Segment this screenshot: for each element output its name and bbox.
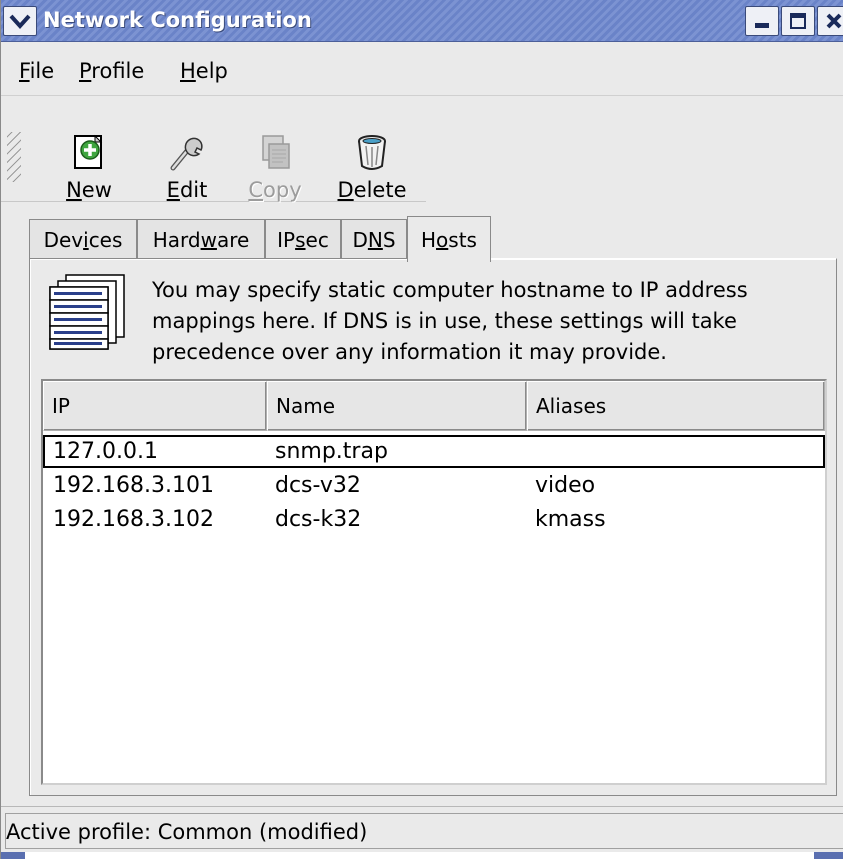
tab-devices-label-pre: Dev (43, 227, 84, 252)
minimize-button[interactable] (745, 6, 779, 36)
tab-dns-label-pre: D (352, 227, 368, 252)
chevron-down-icon (9, 14, 31, 29)
status-bar: Active profile: Common (modified) (1, 806, 843, 852)
wrench-icon (170, 137, 203, 171)
new-mnemonic: N (66, 178, 82, 202)
title-bar[interactable]: Network Configuration (1, 0, 843, 42)
menu-help-mnemonic: H (180, 59, 196, 83)
tab-hardware-mnemonic: w (200, 227, 217, 252)
new-icon (74, 134, 103, 169)
tab-ipsec-label-pre: IP (277, 227, 296, 252)
table-row[interactable]: 192.168.3.102 dcs-k32 kmass (43, 505, 825, 538)
tab-hardware-label-pre: Hard (152, 227, 201, 252)
menu-file[interactable]: File (19, 59, 54, 83)
close-button[interactable] (817, 6, 843, 36)
window-title: Network Configuration (43, 8, 312, 32)
copy-mnemonic: C (248, 178, 264, 202)
menu-profile-label: rofile (91, 59, 145, 83)
menu-file-mnemonic: F (19, 59, 30, 83)
hosts-table[interactable]: IP Name Aliases 127.0.0.1 snmp.trap 192.… (41, 379, 827, 785)
tab-ipsec[interactable]: IP s ec (265, 219, 341, 259)
cell-name: dcs-k32 (275, 507, 362, 532)
column-header-ip[interactable]: IP (43, 381, 267, 431)
tab-hosts[interactable]: Ho sts (407, 216, 491, 262)
description-line-2: mappings here. If DNS is in use, these s… (152, 309, 737, 333)
menu-profile[interactable]: Profile (79, 59, 144, 83)
menu-file-label: ile (29, 59, 55, 83)
toolbar: New Edit Copy Delete (1, 98, 426, 202)
cell-name: dcs-v32 (275, 473, 361, 498)
copy-button[interactable]: Copy (237, 132, 313, 202)
delete-label: elete (353, 178, 407, 202)
edit-button[interactable]: Edit (151, 132, 223, 202)
tab-hardware-label-rest: are (216, 227, 250, 252)
maximize-icon (790, 13, 806, 29)
tab-ipsec-mnemonic: s (295, 227, 306, 252)
tab-hosts-mnemonic: o (436, 227, 449, 252)
status-text: Active profile: Common (modified) (5, 813, 843, 849)
description-line-1: You may specify static computer hostname… (152, 278, 748, 302)
minimize-icon (755, 23, 769, 28)
menu-help[interactable]: Help (180, 59, 228, 83)
table-row[interactable]: 127.0.0.1 snmp.trap (43, 435, 825, 468)
tab-devices[interactable]: Dev i ces (29, 219, 137, 259)
new-button[interactable]: New (53, 132, 125, 202)
close-icon (826, 13, 842, 29)
tab-dns-mnemonic: N (367, 227, 383, 252)
copy-icon (262, 135, 290, 169)
menu-bar: File Profile Help (1, 44, 843, 96)
tab-ipsec-label-rest: ec (305, 227, 329, 252)
description-line-3: precedence over any information it may p… (152, 340, 667, 364)
tab-hosts-label-pre: H (421, 227, 437, 252)
tab-dns-label-rest: S (382, 227, 396, 252)
maximize-button[interactable] (781, 6, 815, 36)
new-label: ew (81, 178, 112, 202)
column-header-aliases[interactable]: Aliases (527, 381, 825, 431)
menu-help-label: elp (195, 59, 228, 83)
resize-handle-right[interactable] (814, 852, 843, 859)
cell-aliases: kmass (535, 507, 606, 532)
copy-label: opy (263, 178, 302, 202)
delete-mnemonic: D (337, 178, 354, 202)
cell-ip: 192.168.3.102 (53, 507, 214, 532)
window-bottom-edge (1, 852, 843, 859)
cell-ip: 192.168.3.101 (53, 473, 214, 498)
network-configuration-window: Network Configuration File Profile Help (0, 0, 843, 859)
window-menu-button[interactable] (3, 6, 37, 36)
cell-aliases: video (535, 473, 596, 498)
table-row[interactable]: 192.168.3.101 dcs-v32 video (43, 471, 825, 504)
tab-devices-label-rest: ces (88, 227, 123, 252)
delete-button[interactable]: Delete (331, 132, 413, 202)
tab-hosts-label-rest: sts (448, 227, 477, 252)
edit-label: dit (179, 178, 208, 202)
column-header-name[interactable]: Name (267, 381, 527, 431)
toolbar-grip[interactable] (7, 132, 21, 182)
cell-name: snmp.trap (275, 439, 388, 464)
edit-mnemonic: E (166, 178, 180, 202)
tab-dns[interactable]: DNS (341, 219, 407, 259)
hosts-description: You may specify static computer hostname… (152, 275, 832, 368)
menu-profile-mnemonic: P (79, 59, 92, 83)
hosts-table-icon (49, 274, 125, 350)
trash-icon (358, 135, 386, 170)
resize-handle-left[interactable] (1, 852, 25, 859)
hosts-panel: You may specify static computer hostname… (29, 258, 837, 796)
cell-ip: 127.0.0.1 (53, 439, 158, 464)
tab-hardware[interactable]: Hard w are (137, 219, 265, 259)
table-header: IP Name Aliases (43, 381, 825, 431)
